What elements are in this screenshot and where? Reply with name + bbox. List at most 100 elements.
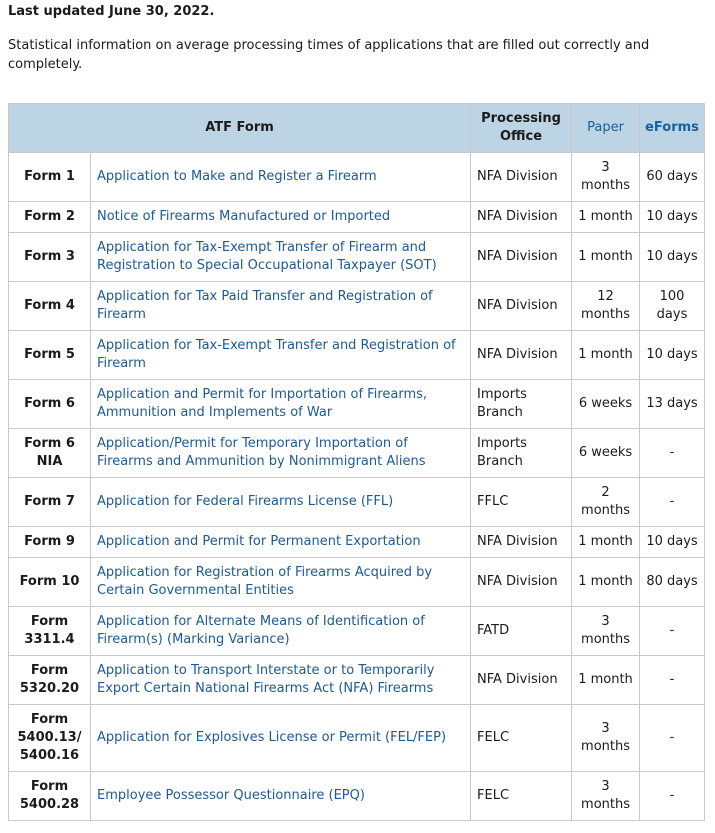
table-row: Form 10 Application for Registration of … [8,557,706,607]
form-title-link[interactable]: Employee Possessor Questionnaire (EPQ) [97,788,365,803]
form-title-cell: Application and Permit for Permanent Exp… [89,526,472,558]
processing-office: NFA Division [470,557,573,607]
form-title-cell: Application/Permit for Temporary Importa… [89,428,472,478]
eforms-time: 10 days [639,330,706,380]
form-title-cell: Application to Transport Interstate or t… [89,655,472,705]
form-title-cell: Application and Permit for Importation o… [89,379,472,429]
table-row: Form 2 Notice of Firearms Manufactured o… [8,201,706,233]
eforms-time: 60 days [639,152,706,202]
form-title-link[interactable]: Application and Permit for Permanent Exp… [97,534,421,549]
paper-time: 1 month [571,557,641,607]
table-row: Form 6 NIA Application/Permit for Tempor… [8,428,706,478]
processing-office: NFA Division [470,655,573,705]
eforms-time: - [639,704,706,772]
table-header-row: ATF Form Processing Office Paper eForms [7,103,706,153]
table-body: Form 1 Application to Make and Register … [8,152,706,821]
form-title-link[interactable]: Application for Explosives License or Pe… [97,730,446,745]
form-number: Form 2 [8,201,91,233]
eforms-time: - [639,606,706,656]
eforms-time: - [639,771,706,821]
processing-office: FELC [470,771,573,821]
form-title-cell: Application for Alternate Means of Ident… [89,606,472,656]
paper-time: 1 month [571,232,641,282]
processing-office: NFA Division [470,330,573,380]
form-title-cell: Employee Possessor Questionnaire (EPQ) [89,771,472,821]
form-title-link[interactable]: Application for Registration of Firearms… [97,565,432,598]
processing-office: NFA Division [470,281,573,331]
eforms-time: 100 days [639,281,706,331]
paper-time: 1 month [571,201,641,233]
paper-time: 1 month [571,655,641,705]
form-number: Form 9 [8,526,91,558]
paper-time: 6 weeks [571,428,641,478]
eforms-time: - [639,477,706,527]
processing-office: NFA Division [470,526,573,558]
table-row: Form 5320.20 Application to Transport In… [8,655,706,705]
page-content: Last updated June 30, 2022. Statistical … [0,4,715,821]
processing-office: Imports Branch [470,428,573,478]
form-number: Form 5320.20 [8,655,91,705]
form-title-link[interactable]: Application to Transport Interstate or t… [97,663,434,696]
form-number: Form 5400.13/ 5400.16 [8,704,91,772]
table-row: Form 5400.28 Employee Possessor Question… [8,771,706,821]
table-row: Form 4 Application for Tax Paid Transfer… [8,281,706,331]
form-number: Form 1 [8,152,91,202]
form-number: Form 3 [8,232,91,282]
header-atf-form[interactable]: ATF Form [7,103,472,153]
eforms-time: 10 days [639,201,706,233]
header-paper[interactable]: Paper [571,103,641,153]
eforms-time: 80 days [639,557,706,607]
table-row: Form 5400.13/ 5400.16 Application for Ex… [8,704,706,772]
form-number: Form 6 [8,379,91,429]
form-title-cell: Application for Explosives License or Pe… [89,704,472,772]
form-title-link[interactable]: Application for Alternate Means of Ident… [97,614,425,647]
paper-time: 3 months [571,152,641,202]
header-processing-office[interactable]: Processing Office [470,103,573,153]
table-row: Form 7 Application for Federal Firearms … [8,477,706,527]
form-number: Form 7 [8,477,91,527]
form-title-link[interactable]: Application and Permit for Importation o… [97,387,427,420]
form-title-link[interactable]: Application for Tax-Exempt Transfer of F… [97,240,437,273]
form-title-link[interactable]: Application to Make and Register a Firea… [97,169,377,184]
form-title-cell: Application for Tax-Exempt Transfer and … [89,330,472,380]
processing-office: FELC [470,704,573,772]
paper-time: 3 months [571,606,641,656]
form-number: Form 3311.4 [8,606,91,656]
processing-office: FFLC [470,477,573,527]
paper-time: 3 months [571,704,641,772]
form-title-cell: Application for Registration of Firearms… [89,557,472,607]
processing-times-table: ATF Form Processing Office Paper eForms … [7,103,706,821]
eforms-time: - [639,655,706,705]
form-number: Form 5 [8,330,91,380]
processing-office: NFA Division [470,232,573,282]
form-number: Form 4 [8,281,91,331]
header-eforms[interactable]: eForms [639,103,706,153]
table-row: Form 1 Application to Make and Register … [8,152,706,202]
table-row: Form 3 Application for Tax-Exempt Transf… [8,232,706,282]
processing-office: Imports Branch [470,379,573,429]
form-title-link[interactable]: Application for Federal Firearms License… [97,494,393,509]
paper-time: 6 weeks [571,379,641,429]
form-title-cell: Application for Federal Firearms License… [89,477,472,527]
table-row: Form 5 Application for Tax-Exempt Transf… [8,330,706,380]
table-row: Form 9 Application and Permit for Perman… [8,526,706,558]
form-title-link[interactable]: Notice of Firearms Manufactured or Impor… [97,209,390,224]
form-title-cell: Application to Make and Register a Firea… [89,152,472,202]
form-title-link[interactable]: Application for Tax Paid Transfer and Re… [97,289,433,322]
form-title-cell: Application for Tax Paid Transfer and Re… [89,281,472,331]
paper-time: 12 months [571,281,641,331]
eforms-time: - [639,428,706,478]
last-updated: Last updated June 30, 2022. [8,4,215,19]
paper-time: 3 months [571,771,641,821]
processing-office: FATD [470,606,573,656]
form-title-cell: Application for Tax-Exempt Transfer of F… [89,232,472,282]
processing-office: NFA Division [470,152,573,202]
form-title-link[interactable]: Application/Permit for Temporary Importa… [97,436,426,469]
form-number: Form 5400.28 [8,771,91,821]
form-title-link[interactable]: Application for Tax-Exempt Transfer and … [97,338,456,371]
table-row: Form 3311.4 Application for Alternate Me… [8,606,706,656]
paper-time: 1 month [571,526,641,558]
eforms-time: 10 days [639,526,706,558]
processing-office: NFA Division [470,201,573,233]
paper-time: 1 month [571,330,641,380]
